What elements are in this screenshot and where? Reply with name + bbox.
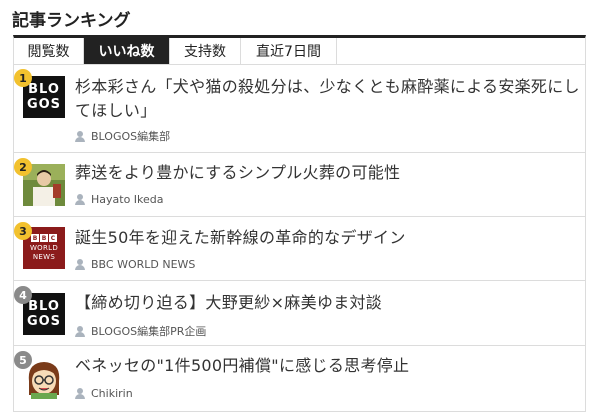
list-item[interactable]: 1 BLO GOS 杉本彩さん「犬や猫の殺処分は、少なくとも麻酔薬による安楽死に… — [13, 65, 586, 153]
article-title-link[interactable]: ベネッセの"1件500円補償"に感じる思考停止 — [75, 354, 409, 378]
article-author: BBC WORLD NEWS — [75, 258, 195, 271]
author-name: BBC WORLD NEWS — [91, 258, 196, 271]
tab-support[interactable]: 支持数 — [170, 38, 241, 64]
article-title-link[interactable]: 葬送をより豊かにするシンプル火葬の可能性 — [75, 161, 400, 185]
rank-badge: 3 — [14, 222, 32, 240]
author-name: Hayato Ikeda — [91, 193, 164, 206]
bbc-blocks: B B C — [31, 234, 57, 242]
bbc-block: B — [40, 234, 48, 242]
user-icon — [75, 194, 85, 205]
article-author: BLOGOS編集部PR企画 — [75, 323, 206, 339]
bbc-block: B — [31, 234, 39, 242]
logo-text-line2: GOS — [26, 97, 62, 112]
author-name: Chikirin — [91, 387, 133, 400]
ranking-list: 1 BLO GOS 杉本彩さん「犬や猫の殺処分は、少なくとも麻酔薬による安楽死に… — [13, 65, 586, 412]
rank-badge: 2 — [14, 158, 32, 176]
bbc-logo-text-world: WORLD — [29, 244, 59, 252]
tab-likes[interactable]: いいね数 — [84, 38, 170, 64]
article-title-link[interactable]: 杉本彩さん「犬や猫の殺処分は、少なくとも麻酔薬による安楽死にし てほしい」 — [75, 75, 580, 123]
logo-text-line1: BLO — [28, 299, 60, 314]
author-name: BLOGOS編集部 — [91, 130, 171, 143]
article-author: Chikirin — [75, 387, 133, 400]
bbc-block: C — [49, 234, 57, 242]
rank-badge: 5 — [14, 351, 32, 369]
user-icon — [75, 130, 85, 142]
tab-views[interactable]: 閲覧数 — [14, 38, 84, 64]
article-title-link[interactable]: 【締め切り迫る】大野更紗×麻美ゆま対談 — [75, 291, 382, 315]
rank-badge: 4 — [14, 286, 32, 304]
rank-badge: 1 — [14, 69, 32, 87]
list-item[interactable]: 4 BLO GOS 【締め切り迫る】大野更紗×麻美ゆま対談 BLOGOS編集部P… — [13, 281, 586, 346]
article-title-line2: てほしい」 — [75, 101, 157, 120]
user-icon — [75, 325, 85, 337]
author-name: BLOGOS編集部PR企画 — [91, 325, 207, 338]
section-title: 記事ランキング — [12, 11, 131, 31]
tab-recent-7days[interactable]: 直近7日間 — [241, 38, 337, 64]
article-title-line1: 杉本彩さん「犬や猫の殺処分は、少なくとも麻酔薬による安楽死にし — [75, 77, 580, 96]
article-title-link[interactable]: 誕生50年を迎えた新幹線の革命的なデザイン — [75, 226, 406, 250]
user-icon — [75, 259, 85, 270]
list-item[interactable]: 2 葬送をより豊かにするシンプル火葬の可能性 Hayato Ikeda — [13, 153, 586, 217]
bbc-logo-text-news: NEWS — [32, 253, 56, 261]
article-author: Hayato Ikeda — [75, 193, 164, 206]
list-item[interactable]: 3 B B C WORLD NEWS 誕生50年を迎えた新幹線の革命的なデザイン… — [13, 217, 586, 281]
logo-text-line1: BLO — [28, 82, 60, 97]
user-icon — [75, 388, 85, 399]
logo-text-line2: GOS — [26, 314, 62, 329]
ranking-tabs: 閲覧数 いいね数 支持数 直近7日間 — [13, 35, 586, 65]
list-item[interactable]: 5 ベネッセの"1件500円補償"に感じる思考停止 Chikirin — [13, 346, 586, 412]
article-author: BLOGOS編集部 — [75, 128, 170, 144]
